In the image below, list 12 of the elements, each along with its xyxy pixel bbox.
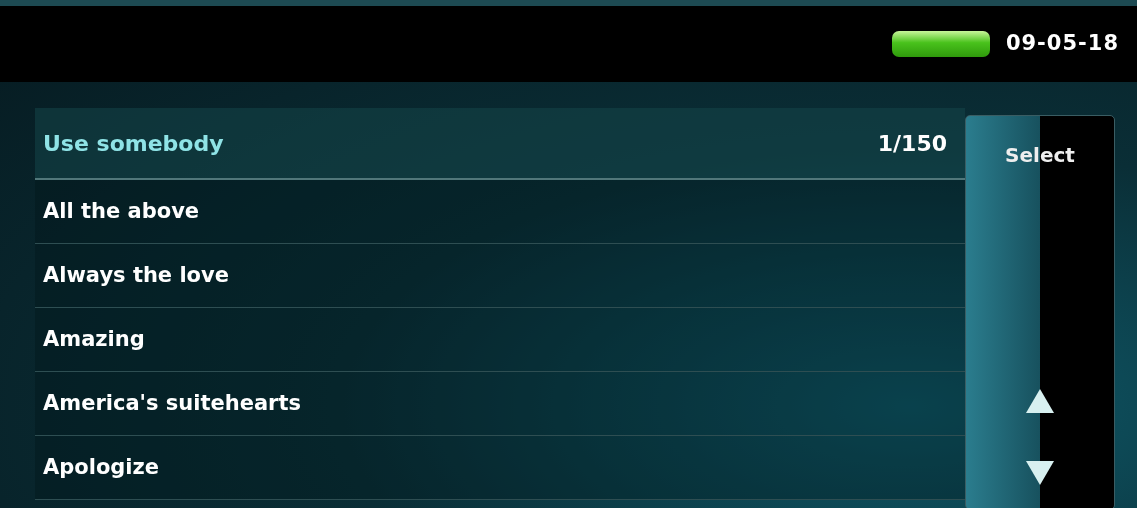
scroll-down-icon[interactable] xyxy=(1026,461,1054,485)
song-list-item[interactable]: Apologize xyxy=(35,436,965,500)
song-list-item[interactable]: America's suitehearts xyxy=(35,372,965,436)
battery-bar-icon xyxy=(891,31,990,57)
select-button[interactable]: Select xyxy=(965,115,1115,508)
now-playing-title: Use somebody xyxy=(43,129,224,158)
song-list-item[interactable]: Amazing xyxy=(35,308,965,372)
date-text: 09-05-18 xyxy=(1005,30,1119,58)
track-count: 1/150 xyxy=(877,129,947,158)
song-list-item[interactable]: All the above xyxy=(35,180,965,244)
scroll-up-icon[interactable] xyxy=(1026,389,1054,413)
song-list-item[interactable]: Always the love xyxy=(35,244,965,308)
